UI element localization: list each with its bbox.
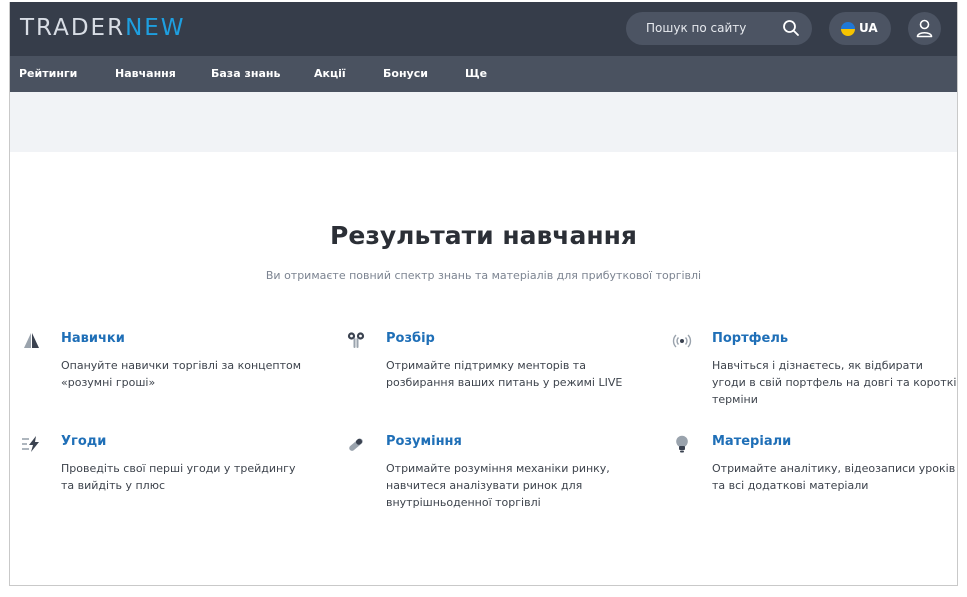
feature-understanding: Розуміння Отримайте розуміння механіки р… xyxy=(346,434,636,514)
page-frame: TRADERNEW Пошук по сайту UA Рейтинги Нав… xyxy=(9,2,958,586)
feature-title: Розуміння xyxy=(386,434,462,449)
feature-description: Отримайте підтримку менторів та розбиран… xyxy=(386,359,623,389)
language-label: UA xyxy=(859,21,878,35)
top-header: TRADERNEW Пошук по сайту UA xyxy=(10,2,957,56)
lightning-icon xyxy=(22,436,39,452)
sail-icon xyxy=(24,333,39,348)
nav-item-promotions[interactable]: Акції xyxy=(314,67,346,80)
feature-title: Навички xyxy=(61,331,125,346)
feature-title: Угоди xyxy=(61,434,107,449)
feature-skills: Навички Опануйте навички торгівлі за кон… xyxy=(21,331,311,391)
feature-trades: Угоди Проведіть свої перші угоди у трейд… xyxy=(21,434,311,494)
feature-description: Отримайте аналітику, відеозаписи уроків … xyxy=(712,462,956,492)
feature-description: Отримайте розуміння механіки ринку, навч… xyxy=(386,462,610,509)
feature-review: Розбір Отримайте підтримку менторів та р… xyxy=(346,331,636,391)
site-logo[interactable]: TRADERNEW xyxy=(20,15,186,41)
user-account-button[interactable] xyxy=(908,12,941,45)
nav-item-knowledge-base[interactable]: База знань xyxy=(211,67,280,80)
broadcast-icon xyxy=(672,334,692,348)
section-subtitle: Ви отримаєте повний спектр знань та мате… xyxy=(265,269,702,282)
band-aid-icon xyxy=(349,438,363,451)
feature-title: Розбір xyxy=(386,331,435,346)
nav-item-ratings[interactable]: Рейтинги xyxy=(19,67,77,80)
feature-description: Опануйте навички торгівлі за концептом «… xyxy=(61,359,302,389)
search-icon[interactable] xyxy=(782,19,800,37)
search-input[interactable]: Пошук по сайту xyxy=(646,21,746,35)
user-icon xyxy=(916,19,933,38)
feature-title: Портфель xyxy=(712,331,789,346)
search-box[interactable]: Пошук по сайту xyxy=(626,12,812,45)
feature-materials: Матеріали Отримайте аналітику, відеозапи… xyxy=(672,434,957,494)
ukraine-flag-icon xyxy=(841,22,855,36)
section-title: Результати навчання xyxy=(330,221,637,250)
main-navigation: Рейтинги Навчання База знань Акції Бонус… xyxy=(10,56,957,92)
logo-text-trader: TRADER xyxy=(20,15,126,41)
nav-item-more[interactable]: Ще xyxy=(465,67,487,80)
logo-text-new: NEW xyxy=(125,15,186,41)
feature-description: Навчіться і дізнаєтесь, як відбирати уго… xyxy=(712,359,957,406)
feature-portfolio: Портфель Навчіться і дізнаєтесь, як відб… xyxy=(672,331,957,411)
feature-title: Матеріали xyxy=(712,434,792,449)
lightbulb-icon xyxy=(676,435,688,453)
language-switcher[interactable]: UA xyxy=(829,12,891,45)
feature-description: Проведіть свої перші угоди у трейдингу т… xyxy=(61,462,296,492)
hero-band xyxy=(10,92,957,152)
nav-item-bonuses[interactable]: Бонуси xyxy=(383,67,428,80)
earbuds-icon xyxy=(347,332,365,348)
nav-item-learning[interactable]: Навчання xyxy=(115,67,176,80)
